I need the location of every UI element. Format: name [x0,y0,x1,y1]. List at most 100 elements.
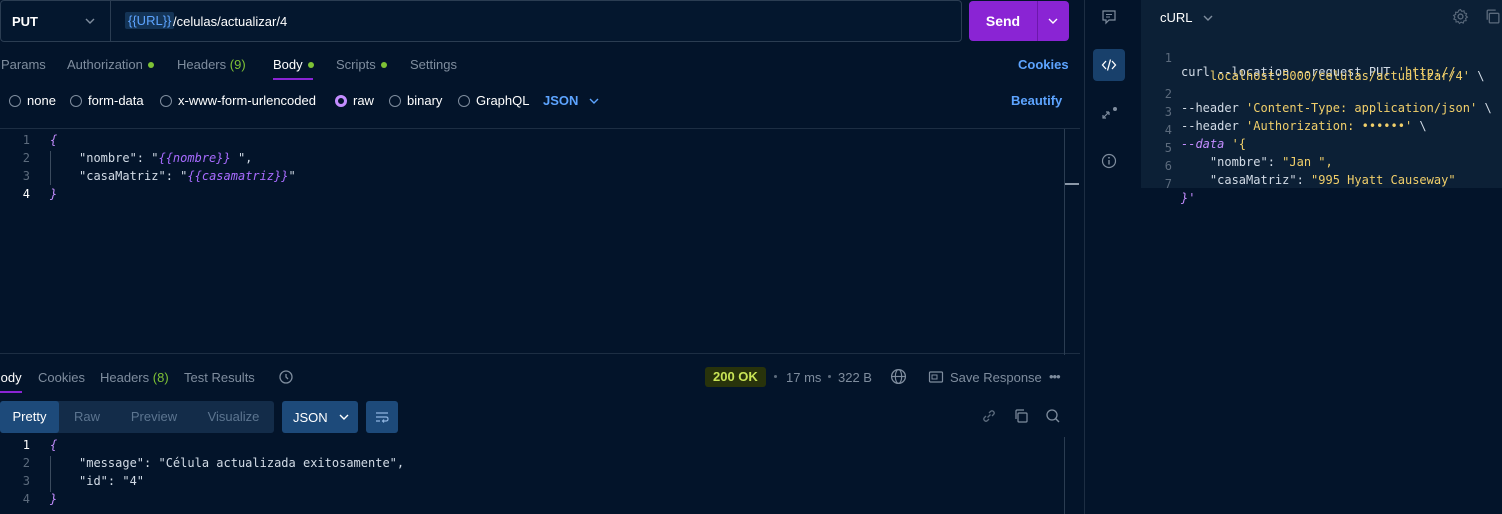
line-number: 4 [22,492,30,506]
view-pretty[interactable]: Pretty [0,401,59,433]
code-line: 1 { [0,438,1060,456]
response-tab-test-results[interactable]: Test Results [184,370,255,385]
code-line: 7 }' [1141,163,1196,205]
cookies-link[interactable]: Cookies [1018,57,1069,72]
sidebar-divider [1084,0,1085,514]
send-label: Send [985,13,1021,29]
editor-scrollbar[interactable] [1064,437,1079,514]
wrap-lines-button[interactable] [366,401,398,433]
tab-scripts-label: Scripts [336,57,376,72]
tab-headers-label: Headers [177,57,227,72]
body-format-select[interactable]: JSON [543,93,600,108]
json-key: "message" [79,456,145,470]
code-snippet-button[interactable] [1093,49,1125,81]
info-icon [1101,153,1117,169]
method-label: PUT [12,14,38,29]
line-number: 2 [22,456,30,470]
code-line: 5 "nombre": "Jan ", [1141,127,1333,169]
save-response-icon[interactable] [928,369,944,385]
view-visualize[interactable]: Visualize [193,401,274,433]
response-format-label: JSON [293,409,328,425]
code-flag: --data [1181,137,1232,151]
view-preview[interactable]: Preview [115,401,193,433]
response-tab-body[interactable]: Body [0,370,22,385]
tab-body-label: Body [273,57,303,72]
radio-binary[interactable]: binary [389,93,442,108]
copy-icon[interactable] [1484,8,1501,25]
radio-circle [70,94,82,107]
chevron-down-icon [589,98,599,104]
response-tab-headers-label: Headers [100,370,150,385]
code-string: 'Authorization: ••••••' [1246,119,1413,133]
response-body-viewer[interactable]: 1 { 2 "message": "Célula actualizada exi… [0,437,1080,514]
json-key: "nombre" [79,151,137,165]
code-command: \ [1477,101,1492,115]
status-dot [307,61,314,68]
response-format-select[interactable]: JSON [282,401,358,433]
send-divider [1037,1,1038,41]
line-number: 3 [22,169,30,183]
radio-urlencoded[interactable]: x-www-form-urlencoded [160,93,316,108]
save-response-button[interactable]: Save Response [950,370,1042,385]
tab-params[interactable]: Params [1,57,46,72]
headers-count: (9) [229,57,246,72]
response-tab-headers[interactable]: Headers (8) [100,370,169,385]
tab-body[interactable]: Body [273,57,314,72]
url-bar: PUT {{URL}} /celulas/actualizar/4 [0,0,962,42]
line-number: 4 [22,187,30,201]
related-collections-button[interactable] [1093,97,1125,129]
code-command: \ [1412,119,1427,133]
more-options-icon[interactable]: ••• [1049,369,1061,384]
search-icon[interactable] [1045,408,1061,424]
radio-graphql[interactable]: GraphQL [458,93,529,108]
code-brace: } [50,187,58,201]
separator-dot [774,375,777,378]
link-icon[interactable] [981,408,997,424]
code-line: 3 "casaMatriz": "{{casamatriz}}" [0,169,1060,187]
radio-circle [458,94,470,107]
copy-icon[interactable] [1013,408,1029,424]
chevron-down-icon [339,414,349,420]
json-variable: {{casamatriz}} [187,169,289,183]
comments-button[interactable] [1093,1,1125,33]
radio-label: form-data [88,93,144,108]
tab-authorization[interactable]: Authorization [67,57,154,72]
chevron-down-icon [1203,15,1213,21]
send-button[interactable]: Send [969,1,1069,41]
snippet-language-label: cURL [1160,10,1193,25]
beautify-button[interactable]: Beautify [1011,93,1062,108]
editor-scrollbar[interactable] [1064,129,1079,355]
snippet-language-select[interactable]: cURL [1160,10,1214,25]
chevron-down-icon[interactable] [1047,15,1059,27]
json-key: "id" [79,474,108,488]
view-raw[interactable]: Raw [59,401,115,433]
method-selector[interactable]: PUT [1,1,111,41]
url-input[interactable]: /celulas/actualizar/4 [173,14,287,29]
separator-dot [828,375,831,378]
tab-headers[interactable]: Headers (9) [177,57,246,72]
json-value: "Célula actualizada exitosamente" [158,456,397,470]
response-tab-cookies[interactable]: Cookies [38,370,85,385]
tab-scripts[interactable]: Scripts [336,57,387,72]
info-button[interactable] [1093,145,1125,177]
json-variable: {{nombre}} [158,151,231,165]
code-string: "Jan ", [1282,155,1333,169]
gear-icon[interactable] [1452,8,1469,25]
globe-icon[interactable] [890,368,907,385]
radio-raw[interactable]: raw [335,93,374,108]
response-view-selector: Pretty Raw Preview Visualize [0,401,274,433]
radio-none[interactable]: none [9,93,56,108]
tab-settings[interactable]: Settings [410,57,457,72]
request-body-editor[interactable]: 1 { 2 "nombre": "{{nombre}} ", 3 "casaMa… [0,128,1080,355]
status-badge[interactable]: 200 OK [705,367,766,387]
url-variable[interactable]: {{URL}} [125,12,175,29]
headers-count: (8) [152,370,169,385]
code-command: \ [1469,69,1485,83]
radio-circle-selected [335,94,347,107]
radio-form-data[interactable]: form-data [70,93,144,108]
response-size[interactable]: 322 B [838,370,872,385]
response-time[interactable]: 17 ms [786,370,821,385]
history-icon[interactable] [278,369,294,385]
related-icon [1102,107,1117,119]
code-line: 6 "casaMatriz": "995 Hyatt Causeway" [1141,145,1456,187]
